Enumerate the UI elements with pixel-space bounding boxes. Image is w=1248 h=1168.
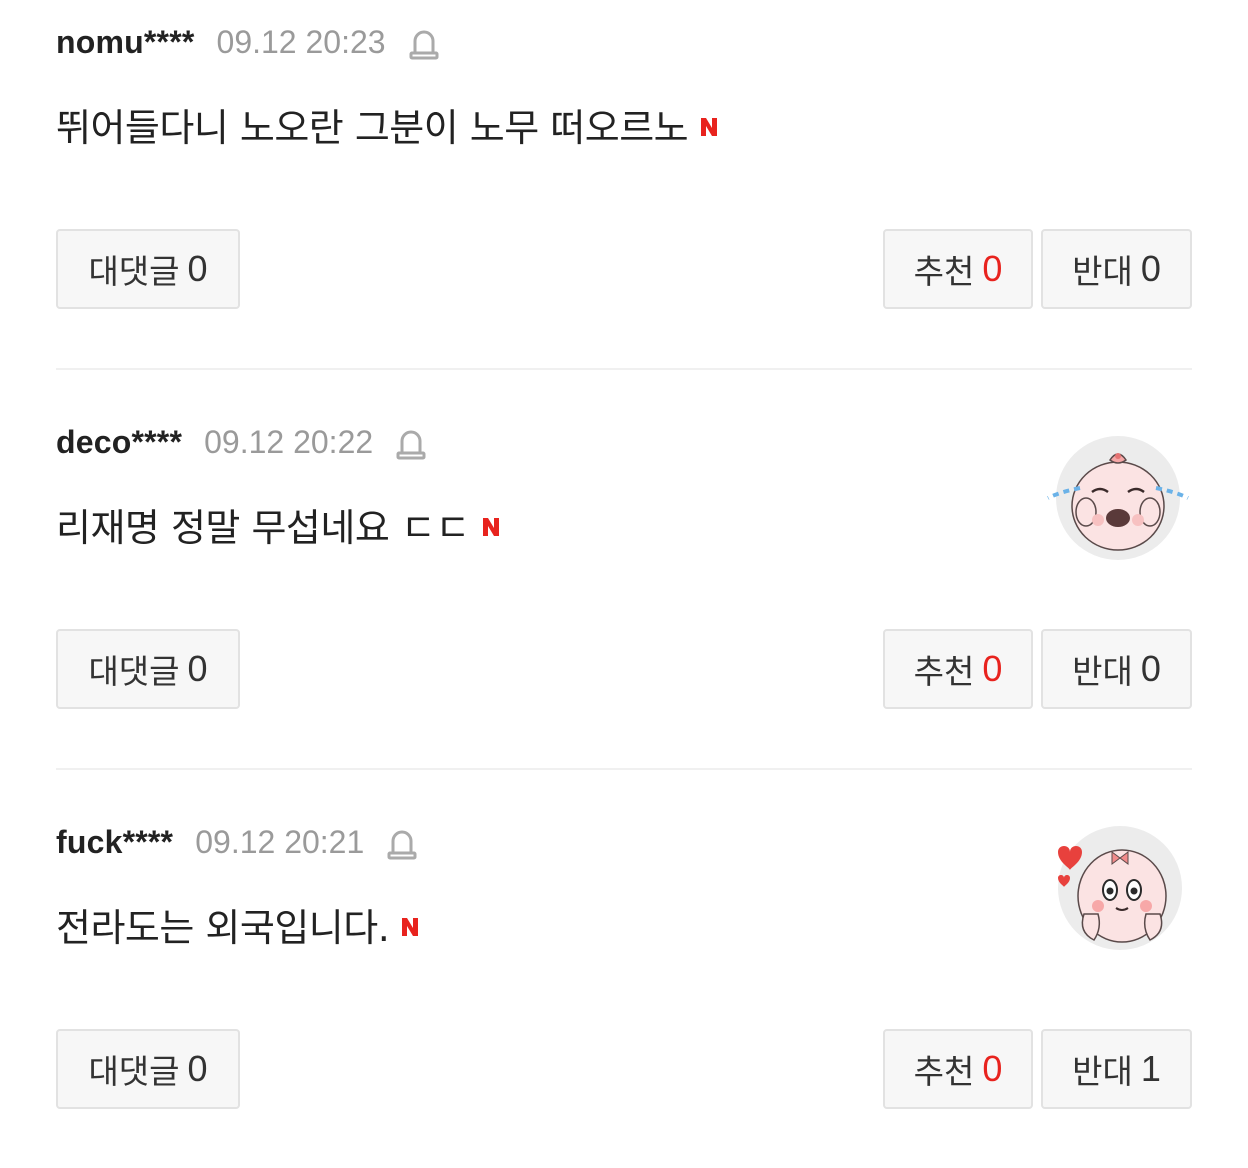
- comment-text: 전라도는 외국입니다.: [56, 905, 390, 950]
- comment-item: fuck**** 09.12 20:21 전라도는 외국입니다. 대댓글 0 추…: [56, 800, 1192, 1168]
- comment-divider: [56, 368, 1192, 370]
- comment-text-row: 뛰어들다니 노오란 그분이 노무 떠오르노: [56, 96, 720, 152]
- reply-count: 0: [187, 648, 208, 689]
- reply-button[interactable]: 대댓글 0: [56, 629, 240, 709]
- comment-timestamp: 09.12 20:21: [195, 823, 365, 860]
- comment-meta: fuck**** 09.12 20:21: [56, 822, 418, 862]
- like-label: 추천: [913, 252, 975, 291]
- reply-count: 0: [187, 248, 208, 289]
- new-badge-icon: [480, 516, 502, 538]
- like-count: 0: [982, 1048, 1003, 1089]
- like-button[interactable]: 추천 0: [883, 629, 1033, 709]
- comment-meta: nomu**** 09.12 20:23: [56, 22, 440, 62]
- reply-label: 대댓글: [88, 652, 180, 691]
- comment-divider: [56, 768, 1192, 770]
- comment-username[interactable]: deco****: [56, 424, 182, 461]
- dislike-label: 반대: [1072, 652, 1133, 691]
- reply-button[interactable]: 대댓글 0: [56, 1029, 240, 1109]
- like-button[interactable]: 추천 0: [883, 229, 1033, 309]
- comment-item: deco**** 09.12 20:22 리재명 정말 무섭네요 ㄷㄷ 대댓글 …: [56, 400, 1192, 768]
- dislike-label: 반대: [1072, 1052, 1133, 1091]
- like-count: 0: [982, 648, 1003, 689]
- reply-button[interactable]: 대댓글 0: [56, 229, 240, 309]
- dislike-count: 1: [1140, 1048, 1161, 1089]
- crying-baby-sticker-icon: [1040, 422, 1192, 574]
- comment-timestamp: 09.12 20:23: [216, 23, 386, 60]
- comment-item: nomu**** 09.12 20:23 뛰어들다니 노오란 그분이 노무 떠오…: [56, 0, 1192, 368]
- siren-report-icon[interactable]: [408, 24, 440, 60]
- like-button[interactable]: 추천 0: [883, 1029, 1033, 1109]
- new-badge-icon: [399, 916, 421, 938]
- dislike-button[interactable]: 반대 1: [1041, 1029, 1192, 1109]
- comment-text: 뛰어들다니 노오란 그분이 노무 떠오르노: [56, 105, 689, 150]
- dislike-count: 0: [1140, 248, 1161, 289]
- like-label: 추천: [913, 1052, 975, 1091]
- new-badge-icon: [698, 116, 720, 138]
- comment-meta: deco**** 09.12 20:22: [56, 422, 427, 462]
- comment-text: 리재명 정말 무섭네요 ㄷㄷ: [56, 505, 470, 550]
- comment-text-row: 리재명 정말 무섭네요 ㄷㄷ: [56, 496, 502, 552]
- siren-report-icon[interactable]: [395, 424, 427, 460]
- comment-text-row: 전라도는 외국입니다.: [56, 896, 421, 952]
- dislike-label: 반대: [1072, 252, 1133, 291]
- dislike-count: 0: [1140, 648, 1161, 689]
- dislike-button[interactable]: 반대 0: [1041, 629, 1192, 709]
- heart-baby-sticker-icon: [1040, 822, 1192, 974]
- dislike-button[interactable]: 반대 0: [1041, 229, 1192, 309]
- comment-username[interactable]: nomu****: [56, 24, 195, 61]
- reply-label: 대댓글: [88, 252, 180, 291]
- like-label: 추천: [913, 652, 975, 691]
- siren-report-icon[interactable]: [386, 824, 418, 860]
- comment-username[interactable]: fuck****: [56, 824, 173, 861]
- comment-timestamp: 09.12 20:22: [204, 423, 374, 460]
- reply-count: 0: [187, 1048, 208, 1089]
- reply-label: 대댓글: [88, 1052, 180, 1091]
- like-count: 0: [982, 248, 1003, 289]
